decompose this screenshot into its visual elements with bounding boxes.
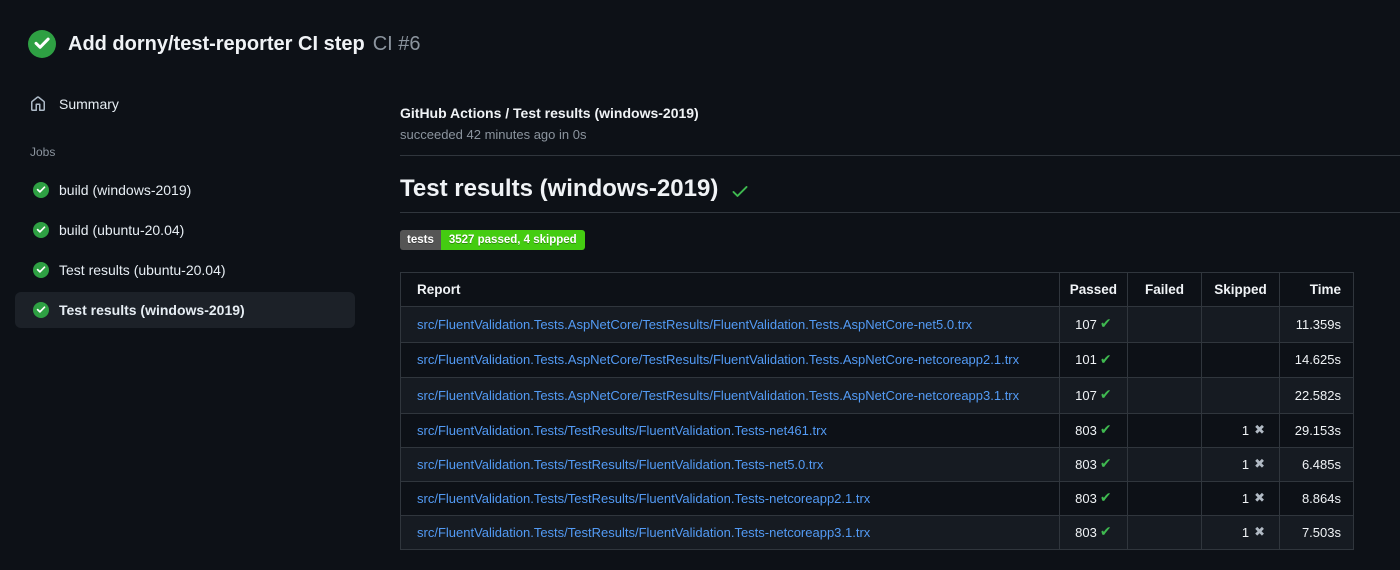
success-check-circle-icon bbox=[33, 182, 49, 198]
skipped-count: 1 bbox=[1241, 422, 1250, 438]
home-icon bbox=[31, 96, 45, 111]
time-value: 6.485s bbox=[1301, 456, 1341, 472]
check-icon: ✔ bbox=[1099, 387, 1112, 404]
report-link[interactable]: src/FluentValidation.Tests/TestResults/F… bbox=[417, 525, 870, 540]
success-check-circle-icon bbox=[33, 222, 49, 238]
section-heading: Test results (windows-2019) bbox=[400, 174, 1400, 213]
main-content: GitHub Actions / Test results (windows-2… bbox=[400, 98, 1400, 550]
report-link[interactable]: src/FluentValidation.Tests/TestResults/F… bbox=[417, 491, 870, 506]
column-header-report: Report bbox=[400, 272, 1060, 307]
passed-count: 107 bbox=[1075, 387, 1097, 403]
test-results-table: Report Passed Failed Skipped Time src/Fl… bbox=[400, 272, 1354, 550]
check-icon: ✔ bbox=[1099, 351, 1112, 368]
table-row: src/FluentValidation.Tests.AspNetCore/Te… bbox=[400, 341, 1354, 378]
skipped-count: 1 bbox=[1241, 524, 1250, 540]
check-icon: ✔ bbox=[1099, 490, 1112, 506]
check-icon: ✔ bbox=[1099, 422, 1112, 438]
report-link[interactable]: src/FluentValidation.Tests/TestResults/F… bbox=[417, 457, 823, 472]
time-value: 22.582s bbox=[1294, 387, 1341, 403]
job-label: Test results (ubuntu-20.04) bbox=[59, 262, 226, 278]
check-run-status: succeeded 42 minutes ago in 0s bbox=[400, 127, 587, 142]
table-row: src/FluentValidation.Tests/TestResults/F… bbox=[400, 514, 1354, 550]
column-header-skipped: Skipped bbox=[1201, 272, 1280, 307]
table-row: src/FluentValidation.Tests/TestResults/F… bbox=[400, 446, 1354, 482]
time-value: 8.864s bbox=[1301, 490, 1341, 506]
column-header-passed: Passed bbox=[1058, 272, 1129, 307]
skip-x-icon: ✖ bbox=[1254, 422, 1265, 438]
table-row: src/FluentValidation.Tests/TestResults/F… bbox=[400, 480, 1354, 516]
table-row: src/FluentValidation.Tests.AspNetCore/Te… bbox=[400, 377, 1354, 414]
report-link[interactable]: src/FluentValidation.Tests.AspNetCore/Te… bbox=[417, 317, 972, 332]
passed-count: 803 bbox=[1075, 422, 1097, 438]
success-check-circle-icon bbox=[28, 30, 56, 58]
check-icon bbox=[732, 185, 748, 197]
success-check-circle-icon bbox=[33, 302, 49, 318]
divider bbox=[400, 155, 1400, 156]
skip-x-icon: ✖ bbox=[1254, 524, 1265, 540]
skipped-count: 1 bbox=[1241, 456, 1250, 472]
badge-row: tests 3527 passed, 4 skipped bbox=[400, 230, 1400, 250]
time-value: 14.625s bbox=[1294, 352, 1341, 368]
check-icon: ✔ bbox=[1099, 316, 1112, 333]
table-row: src/FluentValidation.Tests/TestResults/F… bbox=[400, 412, 1354, 448]
badge-label: tests bbox=[400, 230, 441, 250]
run-title: Add dorny/test-reporter CI step bbox=[68, 32, 365, 55]
job-label: build (windows-2019) bbox=[59, 182, 192, 198]
time-value: 7.503s bbox=[1301, 524, 1341, 540]
sidebar: Summary Jobs build (windows-2019) build … bbox=[0, 88, 370, 332]
section-title: Test results (windows-2019) bbox=[400, 175, 719, 202]
report-link[interactable]: src/FluentValidation.Tests/TestResults/F… bbox=[417, 423, 827, 438]
sidebar-job-item[interactable]: Test results (windows-2019) bbox=[15, 292, 355, 328]
job-label: Test results (windows-2019) bbox=[59, 302, 245, 318]
time-value: 11.359s bbox=[1295, 316, 1341, 332]
column-header-failed: Failed bbox=[1127, 272, 1202, 307]
passed-count: 107 bbox=[1075, 316, 1097, 332]
tests-badge: tests 3527 passed, 4 skipped bbox=[400, 230, 585, 250]
column-header-time: Time bbox=[1279, 272, 1354, 307]
table-row: src/FluentValidation.Tests.AspNetCore/Te… bbox=[400, 306, 1354, 343]
check-run-title: GitHub Actions / Test results (windows-2… bbox=[400, 105, 699, 121]
report-link[interactable]: src/FluentValidation.Tests.AspNetCore/Te… bbox=[417, 352, 1019, 367]
success-check-circle-icon bbox=[33, 262, 49, 278]
report-link[interactable]: src/FluentValidation.Tests.AspNetCore/Te… bbox=[417, 388, 1019, 403]
job-label: build (ubuntu-20.04) bbox=[59, 222, 185, 238]
sidebar-job-item[interactable]: Test results (ubuntu-20.04) bbox=[15, 252, 355, 288]
summary-label: Summary bbox=[59, 96, 119, 112]
skip-x-icon: ✖ bbox=[1254, 456, 1265, 472]
check-icon: ✔ bbox=[1099, 524, 1112, 540]
passed-count: 803 bbox=[1075, 524, 1097, 540]
skip-x-icon: ✖ bbox=[1254, 490, 1265, 506]
time-value: 29.153s bbox=[1294, 422, 1341, 438]
jobs-heading: Jobs bbox=[30, 145, 56, 159]
badge-value: 3527 passed, 4 skipped bbox=[440, 230, 585, 250]
sidebar-job-item[interactable]: build (ubuntu-20.04) bbox=[15, 212, 355, 248]
table-header-row: Report Passed Failed Skipped Time bbox=[400, 272, 1354, 307]
run-header: Add dorny/test-reporter CI step CI #6 bbox=[28, 30, 421, 58]
passed-count: 803 bbox=[1075, 490, 1097, 506]
passed-count: 101 bbox=[1075, 352, 1097, 368]
skipped-count: 1 bbox=[1241, 490, 1250, 506]
run-number: CI #6 bbox=[372, 32, 421, 55]
check-icon: ✔ bbox=[1099, 456, 1112, 472]
sidebar-item-summary[interactable]: Summary bbox=[0, 88, 370, 120]
passed-count: 803 bbox=[1075, 456, 1097, 472]
sidebar-job-item[interactable]: build (windows-2019) bbox=[15, 172, 355, 208]
job-list: build (windows-2019) build (ubuntu-20.04… bbox=[0, 172, 370, 328]
